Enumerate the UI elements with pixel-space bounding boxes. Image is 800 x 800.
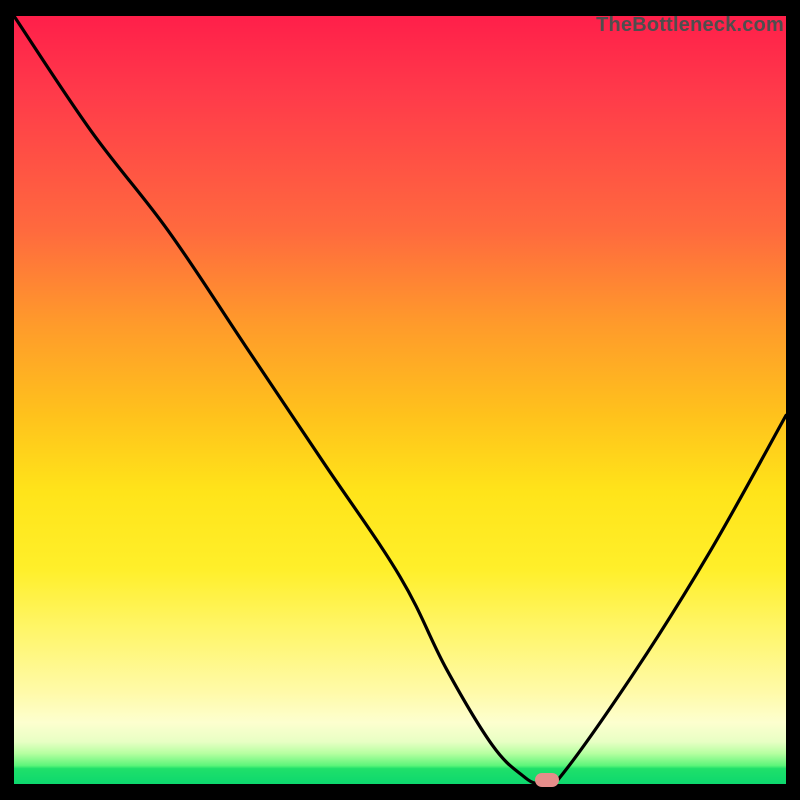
optimal-marker [535, 773, 559, 787]
chart-frame: TheBottleneck.com [0, 0, 800, 800]
plot-area: TheBottleneck.com [14, 16, 786, 784]
bottleneck-curve [14, 16, 786, 784]
watermark-text: TheBottleneck.com [596, 14, 784, 37]
